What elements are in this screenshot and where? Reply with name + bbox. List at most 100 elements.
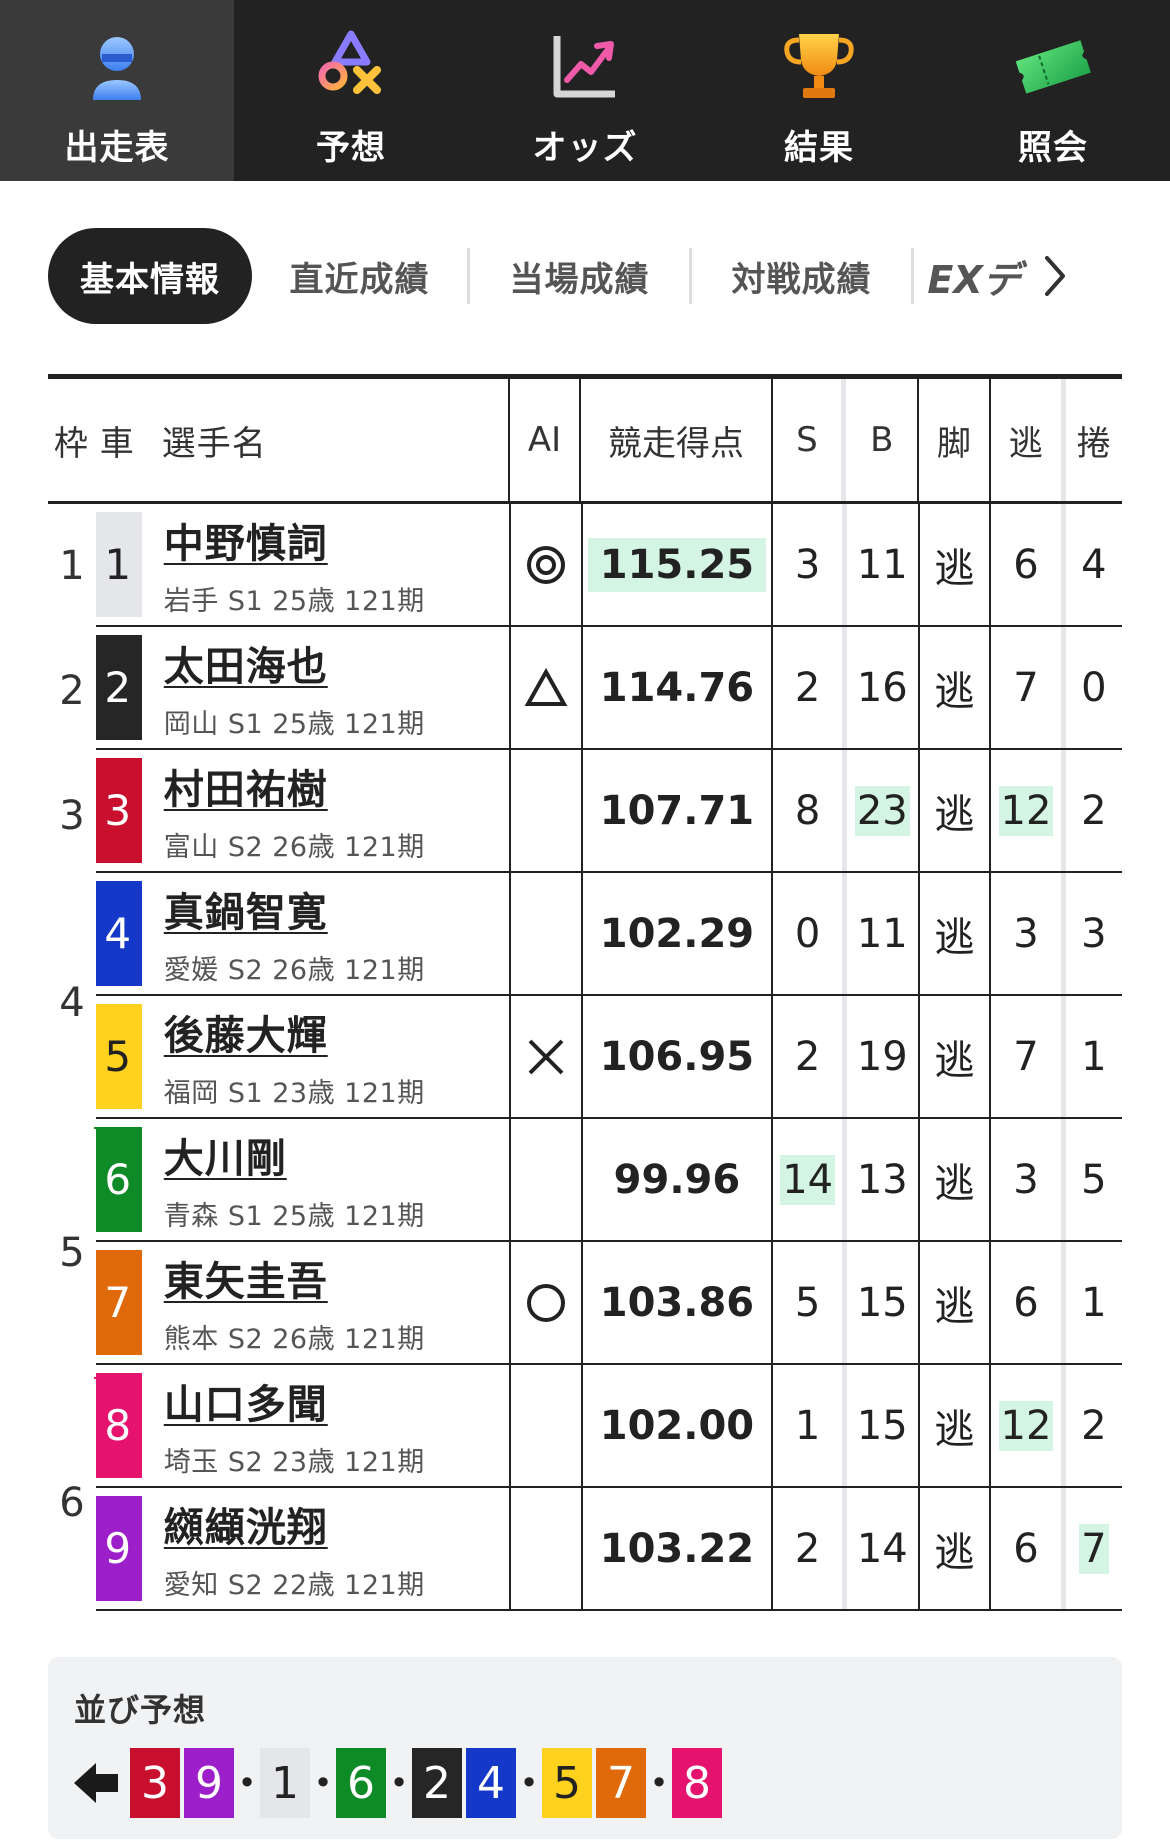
score-value: 107.71 <box>599 787 755 834</box>
racer-name-link[interactable]: 真鍋智寛 <box>164 880 328 938</box>
nav-tab-inquiry[interactable]: 照会 <box>936 0 1170 181</box>
kyaku-value: 逃 <box>934 668 975 715</box>
racer-name-cell: 村田祐樹富山 S2 26歳 121期 <box>142 750 511 871</box>
prediction-line: 3 9 • 1 • 6 • 2 4 • 5 7 • 8 <box>72 1747 726 1819</box>
s-cell: 3 <box>773 504 847 625</box>
score-value: 102.00 <box>599 1402 755 1449</box>
racer-info: 埼玉 S2 23歳 121期 <box>163 1447 425 1478</box>
racer-name-link[interactable]: 村田祐樹 <box>164 757 328 815</box>
nige-cell: 6 <box>991 1242 1066 1363</box>
line-prediction-panel: 並び予想 3 9 • 1 • 6 • 2 4 • 5 7 • 8 <box>48 1657 1122 1839</box>
score-cell: 102.29 <box>583 873 774 994</box>
racer-row[interactable]: 9 纐纈洸翔 愛知 S2 22歳 121期 103.22 2 14 逃 6 7 <box>48 1488 1122 1611</box>
header-score: 競走得点 <box>581 379 773 501</box>
kyaku-value: 逃 <box>934 914 975 961</box>
b-cell: 13 <box>847 1119 920 1240</box>
racer-row[interactable]: 1 中野慎詞 岩手 S1 25歳 121期 115.25 3 11 逃 6 4 <box>48 504 1122 627</box>
racer-name-link[interactable]: 中野慎詞 <box>164 511 328 569</box>
nige-value: 3 <box>1013 1156 1039 1203</box>
header-b: B <box>846 379 920 501</box>
prediction-car-badge: 8 <box>672 1748 722 1818</box>
trend-chart-icon <box>553 36 615 98</box>
table-header: 枠 車 選手名 AI 競走得点 S B 脚 逃 捲 <box>48 379 1122 504</box>
kyaku-value: 逃 <box>934 1037 975 1084</box>
b-value: 11 <box>856 910 908 957</box>
kyaku-cell: 逃 <box>920 1242 992 1363</box>
header-nige: 逃 <box>991 379 1066 501</box>
makuri-value: 4 <box>1081 541 1107 588</box>
makuri-value: 1 <box>1081 1033 1107 1080</box>
chevron-right-icon[interactable] <box>1034 248 1074 304</box>
prediction-title: 並び予想 <box>74 1691 207 1729</box>
s-value: 3 <box>794 541 821 588</box>
racer-name-link[interactable]: 大川剛 <box>164 1126 287 1184</box>
racer-info: 岡山 S1 25歳 121期 <box>163 709 425 740</box>
nav-tab-entries[interactable]: 出走表 <box>0 0 234 181</box>
b-cell: 11 <box>847 873 920 994</box>
nige-cell: 12 <box>991 1365 1066 1486</box>
car-cell: 8 <box>93 1365 142 1486</box>
nav-tab-odds[interactable]: オッズ <box>468 0 702 181</box>
racer-row[interactable]: 6 大川剛 青森 S1 25歳 121期 99.96 14 13 逃 3 5 <box>48 1119 1122 1242</box>
group-separator: • <box>237 1764 257 1802</box>
left-arrow-icon <box>74 1763 118 1803</box>
prediction-car-badge: 7 <box>596 1748 646 1818</box>
nige-value: 6 <box>1013 541 1039 588</box>
racer-row[interactable]: 8 山口多聞 埼玉 S2 23歳 121期 102.00 1 15 逃 12 2 <box>48 1365 1122 1488</box>
racer-row[interactable]: 4 真鍋智寛 愛媛 S2 26歳 121期 102.29 0 11 逃 3 3 <box>48 873 1122 996</box>
makuri-value: 5 <box>1081 1156 1107 1203</box>
triangle-mark-icon <box>524 667 568 708</box>
score-cell: 103.86 <box>583 1242 774 1363</box>
subtab-basic-info[interactable]: 基本情報 <box>48 228 252 324</box>
subtab-venue-results[interactable]: 当場成績 <box>470 248 692 304</box>
nav-tab-results[interactable]: 結果 <box>702 0 936 181</box>
kyaku-value: 逃 <box>934 545 975 592</box>
racer-row[interactable]: 2 太田海也 岡山 S1 25歳 121期 114.76 2 16 逃 7 0 <box>48 627 1122 750</box>
nige-value: 3 <box>1013 910 1039 957</box>
cross-mark-icon <box>526 1037 566 1077</box>
makuri-cell: 2 <box>1066 750 1122 871</box>
kyaku-cell: 逃 <box>920 1119 992 1240</box>
ai-mark-cell <box>511 1365 583 1486</box>
racer-name-link[interactable]: 山口多聞 <box>164 1372 328 1430</box>
car-number-badge: 7 <box>93 1250 142 1355</box>
subtab-ex-data[interactable]: EXデ <box>914 249 1034 304</box>
s-cell: 2 <box>773 1488 847 1609</box>
nige-value: 7 <box>1013 1033 1039 1080</box>
nige-cell: 7 <box>991 996 1066 1117</box>
group-separator: • <box>389 1764 409 1802</box>
makuri-cell: 5 <box>1066 1119 1122 1240</box>
nav-tab-forecast[interactable]: 予想 <box>234 0 468 181</box>
car-cell: 6 <box>93 1119 142 1240</box>
racer-name-link[interactable]: 東矢圭吾 <box>164 1249 328 1307</box>
racer-name-link[interactable]: 太田海也 <box>164 634 328 692</box>
makuri-cell: 1 <box>1066 996 1122 1117</box>
racer-name-link[interactable]: 纐纈洸翔 <box>164 1495 328 1553</box>
subtab-recent-results[interactable]: 直近成績 <box>252 248 470 304</box>
s-value: 2 <box>794 1033 821 1080</box>
racer-info: 岩手 S1 25歳 121期 <box>163 586 425 617</box>
nige-value: 12 <box>998 1400 1054 1451</box>
b-value: 16 <box>856 664 908 711</box>
b-cell: 11 <box>847 504 920 625</box>
racer-name-link[interactable]: 後藤大輝 <box>164 1003 328 1061</box>
car-cell: 1 <box>93 504 142 625</box>
b-value: 13 <box>856 1156 908 1203</box>
car-number-badge: 4 <box>93 881 142 986</box>
nige-cell: 3 <box>991 873 1066 994</box>
racer-row[interactable]: 3 村田祐樹 富山 S2 26歳 121期 107.71 8 23 逃 12 2 <box>48 750 1122 873</box>
ai-mark-cell <box>511 627 583 748</box>
b-cell: 16 <box>847 627 920 748</box>
makuri-value: 0 <box>1081 664 1107 711</box>
subtab-head-to-head[interactable]: 対戦成績 <box>692 248 914 304</box>
racer-row[interactable]: 5 後藤大輝 福岡 S1 23歳 121期 106.95 2 19 逃 7 1 <box>48 996 1122 1119</box>
group-separator: • <box>519 1764 539 1802</box>
b-value: 15 <box>856 1402 908 1449</box>
double-circle-mark-icon <box>525 544 567 586</box>
ai-mark-cell <box>511 996 583 1117</box>
s-value: 2 <box>794 1525 821 1572</box>
racer-info: 富山 S2 26歳 121期 <box>163 832 425 863</box>
header-name: 選手名 <box>140 379 510 501</box>
racer-row[interactable]: 7 東矢圭吾 熊本 S2 26歳 121期 103.86 5 15 逃 6 1 <box>48 1242 1122 1365</box>
racer-info: 愛知 S2 22歳 121期 <box>163 1570 425 1601</box>
